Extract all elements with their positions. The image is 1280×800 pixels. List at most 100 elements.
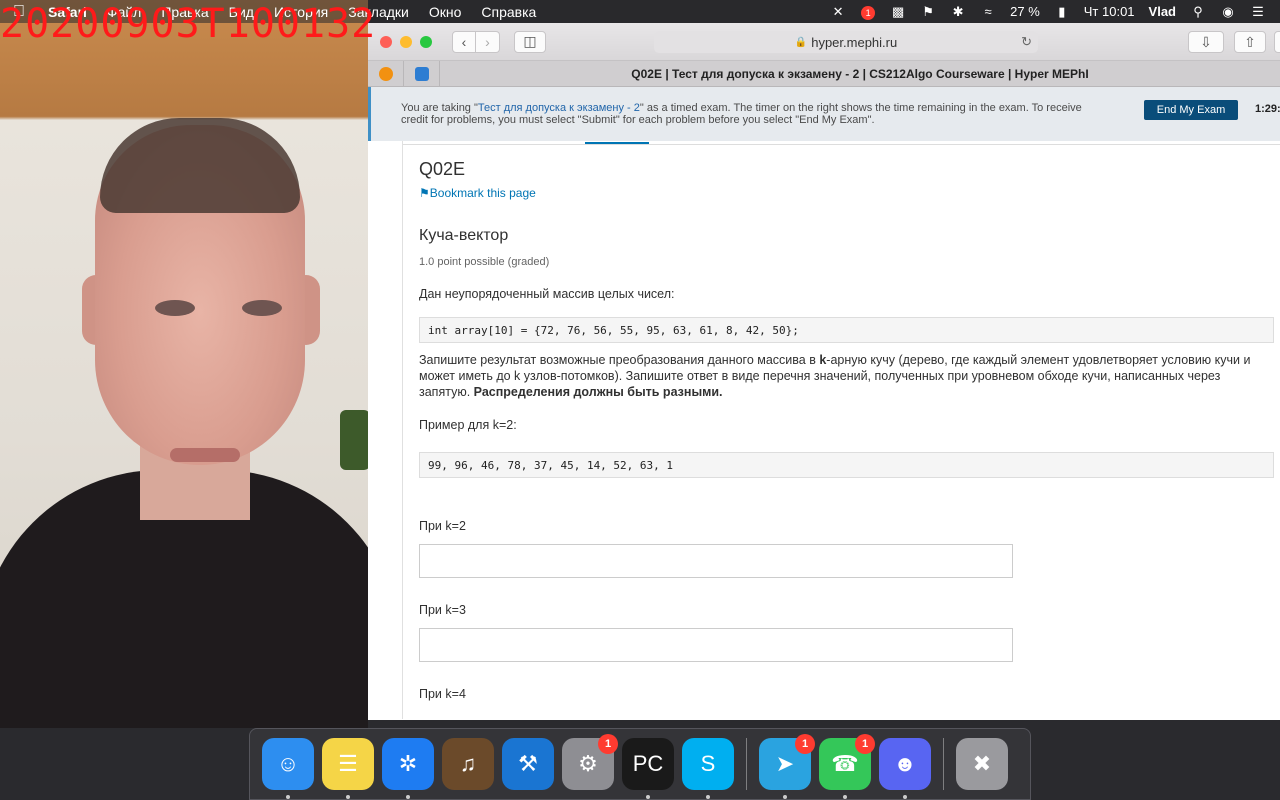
exam-text-prefix: You are taking ": [401, 102, 478, 114]
bluetooth-icon[interactable]: ✱: [950, 4, 966, 19]
spotlight-search-icon[interactable]: ⚲: [1190, 4, 1206, 19]
yandex-icon: [378, 66, 393, 81]
user-name[interactable]: Vlad: [1149, 4, 1176, 19]
minimize-window-button[interactable]: [400, 35, 412, 48]
dock-item-telegram[interactable]: ➤ 1: [759, 734, 815, 799]
end-exam-button[interactable]: End My Exam: [1144, 100, 1238, 120]
k3-label: При k=3: [419, 603, 466, 617]
reload-icon[interactable]: ↻: [1021, 34, 1032, 50]
person-mouth: [170, 448, 240, 462]
notes-icon: ☰: [338, 751, 358, 776]
running-indicator: [646, 795, 650, 799]
downloads-button[interactable]: ⇩: [1188, 31, 1224, 53]
back-button[interactable]: ‹: [452, 30, 476, 53]
new-tab-button[interactable]: +: [1274, 31, 1280, 53]
gear-icon: ⚙: [578, 751, 598, 776]
pinned-tab[interactable]: [368, 60, 404, 87]
sequence-nav: [403, 141, 1280, 145]
url-text: hyper.mephi.ru: [811, 34, 898, 50]
tool-icon[interactable]: ✕: [830, 4, 846, 19]
bookmark-link[interactable]: ⚑Bookmark this page: [419, 186, 536, 200]
dock-item-safari[interactable]: ✲: [382, 738, 434, 799]
dock-separator: [943, 738, 944, 790]
dock-item-discord[interactable]: ☻: [879, 738, 931, 799]
chevron-right-icon: ›: [485, 33, 490, 50]
chevron-left-icon: ‹: [461, 33, 467, 50]
dock-item-pycharm[interactable]: PC: [622, 738, 674, 799]
exam-link[interactable]: Тест для допуска к экзамену - 2: [478, 102, 640, 114]
menu-help[interactable]: Справка: [471, 4, 546, 20]
xcode-icon: ⚒: [518, 751, 538, 776]
problem-points: 1.0 point possible (graded): [419, 256, 550, 268]
battery-percent[interactable]: 27 %: [1010, 4, 1040, 19]
menu-window[interactable]: Окно: [419, 4, 472, 20]
exam-timer: 1:29:: [1255, 103, 1280, 115]
person-eye: [242, 300, 282, 316]
problem-intro: Дан неупорядоченный массив целых чисел:: [419, 287, 675, 301]
safari-icon: ✲: [398, 751, 418, 776]
control-center-icon[interactable]: ☰: [1250, 4, 1266, 19]
browser-window: ‹ › ◫ 🔒 hyper.mephi.ru ↻ ⇩ ⇧ + Q02E | Те…: [368, 23, 1280, 720]
example-code: 99, 96, 46, 78, 37, 45, 14, 52, 63, 1: [419, 452, 1274, 478]
example-label: Пример для k=2:: [419, 418, 517, 432]
running-indicator: [346, 795, 350, 799]
dock-item-finder[interactable]: ☺: [262, 738, 314, 799]
address-bar[interactable]: 🔒 hyper.mephi.ru ↻: [654, 31, 1038, 53]
sidebar-icon: ◫: [523, 33, 537, 49]
dock-item-gear[interactable]: ⚙ 1: [562, 734, 618, 790]
k2-label: При k=2: [419, 519, 466, 533]
dock-badge: 1: [598, 734, 618, 754]
close-window-button[interactable]: [380, 35, 392, 48]
active-unit-indicator: [585, 142, 649, 144]
share-button[interactable]: ⇧: [1234, 31, 1266, 53]
telegram-icon: ➤: [775, 751, 795, 776]
finder-icon: ☺: [276, 751, 300, 776]
display-icon[interactable]: ▩: [890, 4, 906, 19]
dock-item-facetime[interactable]: ☎ 1: [819, 734, 875, 799]
array-code: int array[10] = {72, 76, 56, 55, 95, 63,…: [419, 317, 1274, 343]
running-indicator: [783, 795, 787, 799]
problem-title: Куча-вектор: [419, 227, 509, 244]
dock-item-notes[interactable]: ☰: [322, 738, 374, 799]
siri-icon[interactable]: ◉: [1220, 4, 1236, 19]
browser-toolbar: ‹ › ◫ 🔒 hyper.mephi.ru ↻ ⇩ ⇧ +: [368, 23, 1280, 61]
webcam-feed: [0, 0, 368, 728]
bookmark-label: Bookmark this page: [429, 186, 536, 200]
person-hair: [100, 118, 300, 213]
battery-icon[interactable]: ▮: [1054, 4, 1070, 19]
dock-item-garageband[interactable]: ♫: [442, 738, 494, 790]
window-controls: [380, 35, 432, 48]
active-tab-title[interactable]: Q02E | Тест для допуска к экзамену - 2 |…: [440, 67, 1280, 81]
garageband-icon: ♫: [459, 751, 477, 776]
k3-answer-input[interactable]: [419, 628, 1013, 662]
notification-badge: 1: [861, 5, 876, 20]
nav-buttons: ‹ ›: [452, 30, 500, 53]
download-icon: ⇩: [1200, 33, 1212, 50]
person-eye: [155, 300, 195, 316]
k2-answer-input[interactable]: [419, 544, 1013, 578]
pinned-tab[interactable]: [404, 60, 440, 87]
trash-icon: ✖: [972, 751, 992, 776]
exam-banner-text: You are taking "Тест для допуска к экзам…: [401, 102, 1101, 126]
problem-task: Запишите результат возможные преобразова…: [419, 352, 1274, 400]
running-indicator: [706, 795, 710, 799]
forward-button[interactable]: ›: [476, 30, 500, 53]
dock-separator: [746, 738, 747, 790]
bookmark-icon: ⚑: [419, 186, 430, 200]
share-icon: ⇧: [1244, 33, 1256, 50]
fullscreen-window-button[interactable]: [420, 35, 432, 48]
sidebar-button[interactable]: ◫: [514, 30, 546, 53]
problem-content: Q02E ⚑Bookmark this page Куча-вектор 1.0…: [402, 141, 1280, 719]
notification-icon[interactable]: 1: [860, 5, 876, 20]
unit-title: Q02E: [419, 159, 466, 179]
chat-icon: [414, 66, 429, 81]
dock-item-trash[interactable]: ✖: [956, 738, 1008, 790]
clock[interactable]: Чт 10:01: [1084, 4, 1135, 19]
wifi-icon[interactable]: ≈: [980, 4, 996, 19]
flag-us-icon[interactable]: ⚑: [920, 4, 936, 19]
dock-item-skype[interactable]: S: [682, 738, 734, 799]
skype-icon: S: [700, 751, 716, 776]
running-indicator: [903, 795, 907, 799]
running-indicator: [843, 795, 847, 799]
dock-item-xcode[interactable]: ⚒: [502, 738, 554, 790]
